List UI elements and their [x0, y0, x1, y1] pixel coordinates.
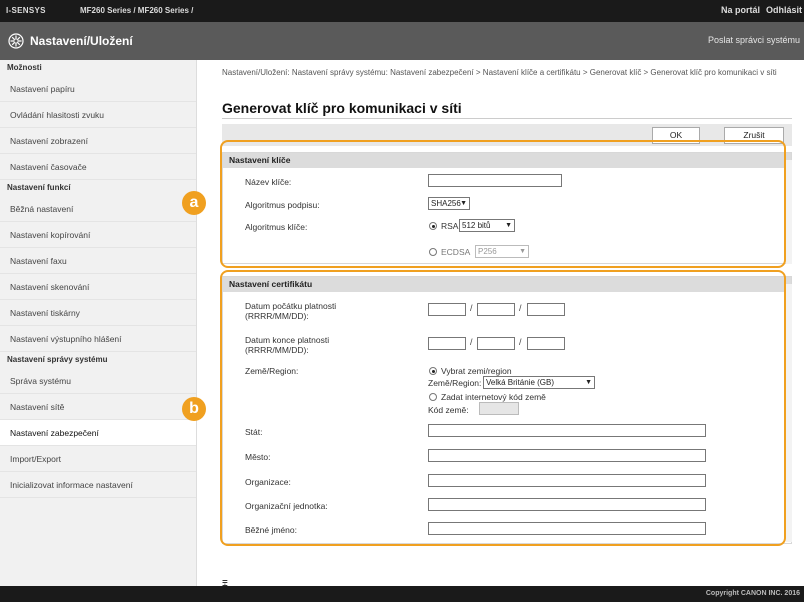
- page-title: Generovat klíč pro komunikaci v síti: [222, 100, 462, 116]
- sidebar-section-system: Nastavení správy systému: [7, 355, 108, 364]
- sidebar-section-options: Možnosti: [7, 63, 42, 72]
- sidebar-item-volume[interactable]: Ovládání hlasitosti zvuku: [0, 102, 196, 128]
- key-panel-scrollbar[interactable]: [786, 160, 792, 264]
- top-bar: I-SENSYS MF260 Series / MF260 Series / N…: [0, 0, 804, 22]
- annotation-box-b: [220, 270, 786, 546]
- brand-logo: I-SENSYS: [6, 6, 46, 15]
- title-divider: [222, 118, 792, 119]
- logout-link[interactable]: Odhlásit: [766, 5, 802, 15]
- annotation-badge-a: a: [182, 191, 206, 215]
- sidebar-item-paper[interactable]: Nastavení papíru: [0, 76, 196, 102]
- copyright: Copyright CANON INC. 2016: [705, 590, 800, 597]
- annotation-box-a: [220, 140, 786, 268]
- sidebar-item-initialize[interactable]: Inicializovat informace nastavení: [0, 472, 196, 498]
- sidebar-item-system-mgmt[interactable]: Správa systému: [0, 368, 196, 394]
- sidebar-item-network[interactable]: Nastavení sítě: [0, 394, 196, 420]
- sidebar-item-copy[interactable]: Nastavení kopírování: [0, 222, 196, 248]
- portal-link[interactable]: Na portál: [721, 5, 760, 15]
- page-section-title: Nastavení/Uložení: [30, 34, 133, 48]
- sidebar-item-import-export[interactable]: Import/Export: [0, 446, 196, 472]
- sidebar-item-fax[interactable]: Nastavení faxu: [0, 248, 196, 274]
- breadcrumb: Nastavení/Uložení: Nastavení správy syst…: [222, 68, 777, 77]
- sidebar-item-report[interactable]: Nastavení výstupního hlášení: [0, 326, 196, 352]
- sidebar-item-printer[interactable]: Nastavení tiskárny: [0, 300, 196, 326]
- sidebar-item-scan[interactable]: Nastavení skenování: [0, 274, 196, 300]
- sidebar-item-display[interactable]: Nastavení zobrazení: [0, 128, 196, 154]
- sidebar-item-timer[interactable]: Nastavení časovače: [0, 154, 196, 180]
- sidebar-section-functions: Nastavení funkcí: [7, 183, 71, 192]
- title-bar: Nastavení/Uložení Poslat správci systému: [0, 22, 804, 60]
- footer: Copyright CANON INC. 2016: [0, 586, 804, 602]
- sidebar: Možnosti Nastavení papíru Ovládání hlasi…: [0, 60, 197, 586]
- annotation-badge-b: b: [182, 397, 206, 421]
- sidebar-item-common[interactable]: Běžná nastavení: [0, 196, 196, 222]
- sidebar-item-security[interactable]: Nastavení zabezpečení: [0, 420, 196, 446]
- mail-admin-link[interactable]: Poslat správci systému: [708, 35, 800, 45]
- cert-panel-scrollbar[interactable]: [786, 284, 792, 542]
- gear-icon: [8, 33, 24, 49]
- device-model: MF260 Series / MF260 Series /: [80, 6, 194, 15]
